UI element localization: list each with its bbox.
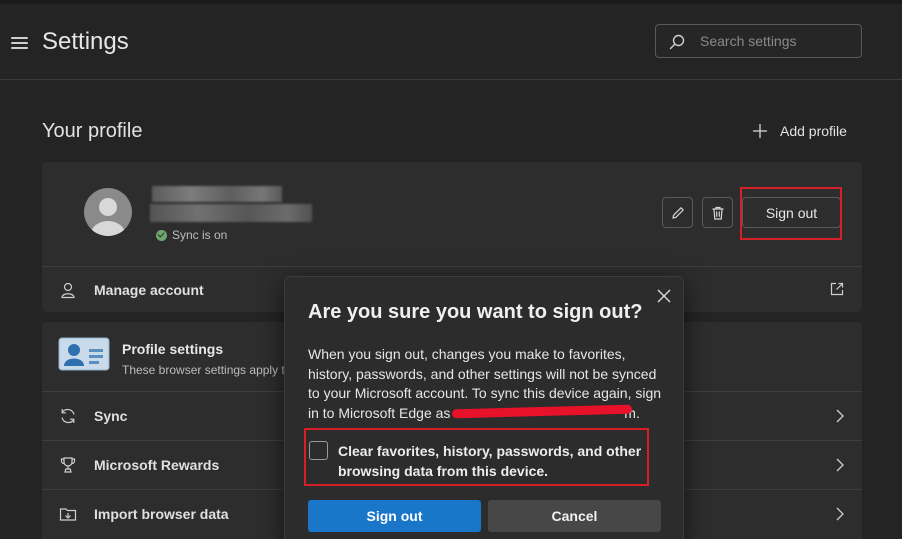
plus-icon <box>753 124 767 138</box>
search-box[interactable] <box>655 24 862 58</box>
profile-settings-desc: These browser settings apply to <box>122 363 292 377</box>
profile-settings-title: Profile settings <box>122 341 224 357</box>
sign-out-dialog: Are you sure you want to sign out? When … <box>284 276 684 539</box>
cancel-button[interactable]: Cancel <box>488 500 661 532</box>
dialog-title: Are you sure you want to sign out? <box>308 301 643 323</box>
trophy-icon <box>60 457 76 473</box>
chevron-right-icon <box>836 458 844 472</box>
microsoft-rewards-label: Microsoft Rewards <box>94 457 220 473</box>
pencil-icon <box>671 206 684 219</box>
chevron-right-icon <box>836 507 844 521</box>
manage-account-label: Manage account <box>94 281 204 298</box>
sync-status-text: Sync is on <box>172 228 228 242</box>
add-profile-button[interactable]: Add profile <box>752 120 847 142</box>
chevron-right-icon <box>836 409 844 423</box>
redacted-profile-name <box>152 186 282 202</box>
sync-icon <box>61 408 75 424</box>
sync-status: Sync is on <box>156 228 227 242</box>
import-icon <box>59 508 77 521</box>
redacted-email <box>452 404 633 418</box>
search-input[interactable] <box>700 31 850 51</box>
search-icon <box>669 34 685 50</box>
confirm-sign-out-button[interactable]: Sign out <box>308 500 481 532</box>
profile-card-icon <box>58 337 110 371</box>
page-title: Settings <box>42 28 129 55</box>
person-icon <box>91 198 125 236</box>
person-outline-icon <box>61 282 75 299</box>
external-link-icon[interactable] <box>830 282 844 296</box>
sync-check-icon <box>156 229 167 241</box>
section-heading: Your profile <box>42 120 143 142</box>
trash-icon <box>712 206 723 220</box>
edit-profile-button[interactable] <box>662 197 693 228</box>
add-profile-label: Add profile <box>780 123 847 139</box>
menu-icon[interactable] <box>11 37 28 49</box>
delete-profile-button[interactable] <box>702 197 733 228</box>
highlight-clear-data <box>304 428 649 486</box>
dialog-body: When you sign out, changes you make to f… <box>308 345 668 423</box>
highlight-sign-out <box>740 187 842 240</box>
redacted-profile-email <box>150 204 312 222</box>
sync-label: Sync <box>94 408 128 424</box>
settings-header: Settings <box>0 4 902 80</box>
import-browser-data-label: Import browser data <box>94 506 229 522</box>
avatar <box>84 188 132 236</box>
close-icon[interactable] <box>655 287 673 305</box>
